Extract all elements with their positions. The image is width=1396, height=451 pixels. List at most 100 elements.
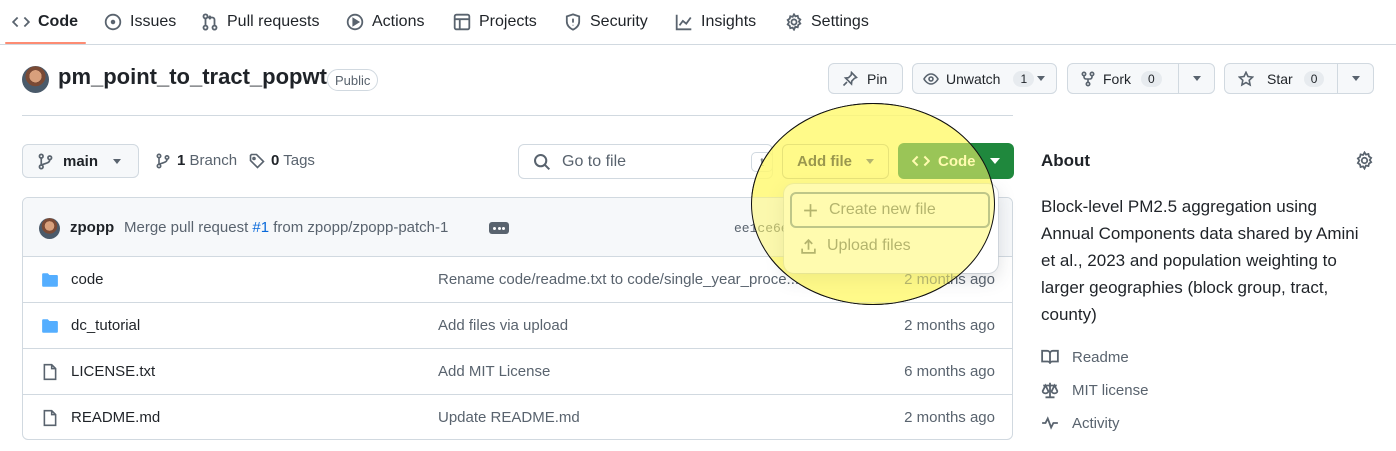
watch-label: Unwatch [946,70,1001,87]
repo-name[interactable]: pm_point_to_tract_popwt [58,64,327,90]
tab-label: Security [590,13,648,30]
shield-icon [565,13,581,31]
tab-label: Actions [372,13,425,30]
eye-icon [923,72,939,85]
code-button[interactable]: Code [898,143,1014,179]
chevron-down-icon [113,158,122,164]
tab-insights[interactable]: Insights [675,0,756,44]
fork-label: Fork [1103,70,1131,87]
file-last-updated: 2 months ago [904,409,995,426]
branch-count-label: Branch [189,152,238,169]
file-last-commit[interactable]: Add MIT License [438,363,863,380]
watch-button[interactable]: Unwatch 1 [912,63,1057,94]
fork-dropdown-toggle[interactable] [1178,64,1214,93]
file-name[interactable]: code [71,271,104,288]
git-branch-icon [38,153,53,169]
star-icon [1238,70,1254,86]
star-button[interactable]: Star 0 [1224,63,1374,94]
pin-button[interactable]: Pin [828,63,903,94]
tags-link[interactable]: 0 Tags [249,152,315,169]
upload-icon [801,238,816,254]
code-icon [912,155,930,167]
file-row-dc-tutorial[interactable]: dc_tutorial Add files via upload 2 month… [23,303,1012,349]
add-file-button[interactable]: Add file [782,144,889,179]
plus-icon [804,203,817,217]
go-to-file-input[interactable]: Go to file t [518,144,773,179]
branch-selector[interactable]: main [22,144,139,178]
file-last-updated: 2 months ago [904,317,995,334]
tag-count: 0 [271,152,280,169]
chevron-down-icon [866,159,874,164]
git-branch-icon [156,152,170,169]
repo-nav: Code Issues Pull requests Actions Projec… [0,0,1396,45]
star-dropdown-toggle[interactable] [1337,64,1373,93]
readme-link[interactable]: Readme [1041,348,1129,366]
law-scale-icon [1041,382,1059,399]
tab-label: Pull requests [227,13,320,30]
play-circle-icon [346,13,364,31]
license-link[interactable]: MIT license [1041,381,1148,399]
chevron-down-icon [990,158,1000,164]
tab-projects[interactable]: Projects [453,0,537,44]
commit-message-prefix: Merge pull request [124,219,253,236]
branch-count: 1 [177,152,186,169]
file-row-readme[interactable]: README.md Update README.md 2 months ago [23,395,1012,439]
search-placeholder: Go to file [562,152,627,170]
commit-message[interactable]: Merge pull request #1 from zpopp/zpopp-p… [124,219,448,236]
file-last-updated: 6 months ago [904,363,995,380]
activity-link-label: Activity [1072,414,1120,432]
commit-author-avatar[interactable] [39,218,60,239]
upload-files-menu-item[interactable]: Upload files [790,228,990,264]
tab-label: Insights [701,13,757,30]
tab-pull-requests[interactable]: Pull requests [201,0,320,44]
tag-icon [249,153,265,169]
tab-issues[interactable]: Issues [104,0,176,44]
pull-request-icon [202,13,218,31]
tab-actions[interactable]: Actions [346,0,424,44]
gear-icon[interactable] [1355,151,1374,170]
file-last-commit[interactable]: Add files via upload [438,317,863,334]
book-icon [1041,349,1059,364]
branches-link[interactable]: 1 Branch [155,152,237,169]
file-row-license[interactable]: LICENSE.txt Add MIT License 6 months ago [23,349,1012,395]
gear-icon [786,13,802,31]
file-last-commit[interactable]: Update README.md [438,409,863,426]
file-last-commit[interactable]: Rename code/readme.txt to code/single_ye… [438,271,863,288]
menu-item-label: Create new file [829,201,936,218]
fork-icon [1081,70,1095,87]
star-count: 0 [1303,70,1325,87]
about-heading: About [1041,151,1091,170]
watch-dropdown-toggle[interactable] [1023,64,1059,93]
tab-security[interactable]: Security [564,0,648,44]
chevron-down-icon [1192,76,1201,81]
fork-button[interactable]: Fork 0 [1067,63,1215,94]
issue-circle-icon [104,13,122,31]
add-file-menu: Create new file Upload files [784,184,998,273]
file-name[interactable]: dc_tutorial [71,317,140,334]
file-last-updated: 2 months ago [904,271,995,288]
pin-icon [842,70,858,86]
create-new-file-menu-item[interactable]: Create new file [790,192,990,228]
add-file-label: Add file [797,153,852,170]
file-name[interactable]: LICENSE.txt [71,363,155,380]
search-icon [534,153,551,170]
active-tab-indicator [5,42,86,44]
file-name[interactable]: README.md [71,409,160,426]
pulse-icon [1042,416,1058,430]
owner-avatar[interactable] [22,66,49,93]
visibility-badge: Public [327,69,379,91]
chevron-down-icon [1037,76,1045,81]
readme-link-label: Readme [1072,348,1129,366]
commit-hash[interactable]: ee1ce6e [734,221,789,236]
pull-request-link[interactable]: #1 [252,219,269,236]
expand-commit-message-button[interactable] [489,222,509,234]
tab-code[interactable]: Code [12,0,78,44]
tab-settings[interactable]: Settings [785,0,869,44]
activity-link[interactable]: Activity [1041,414,1120,432]
tag-count-label: Tags [283,152,315,169]
folder-icon [42,319,58,333]
tab-label: Settings [811,13,869,30]
commit-author[interactable]: zpopp [70,219,114,236]
table-icon [453,13,471,31]
tab-label: Projects [479,13,537,30]
